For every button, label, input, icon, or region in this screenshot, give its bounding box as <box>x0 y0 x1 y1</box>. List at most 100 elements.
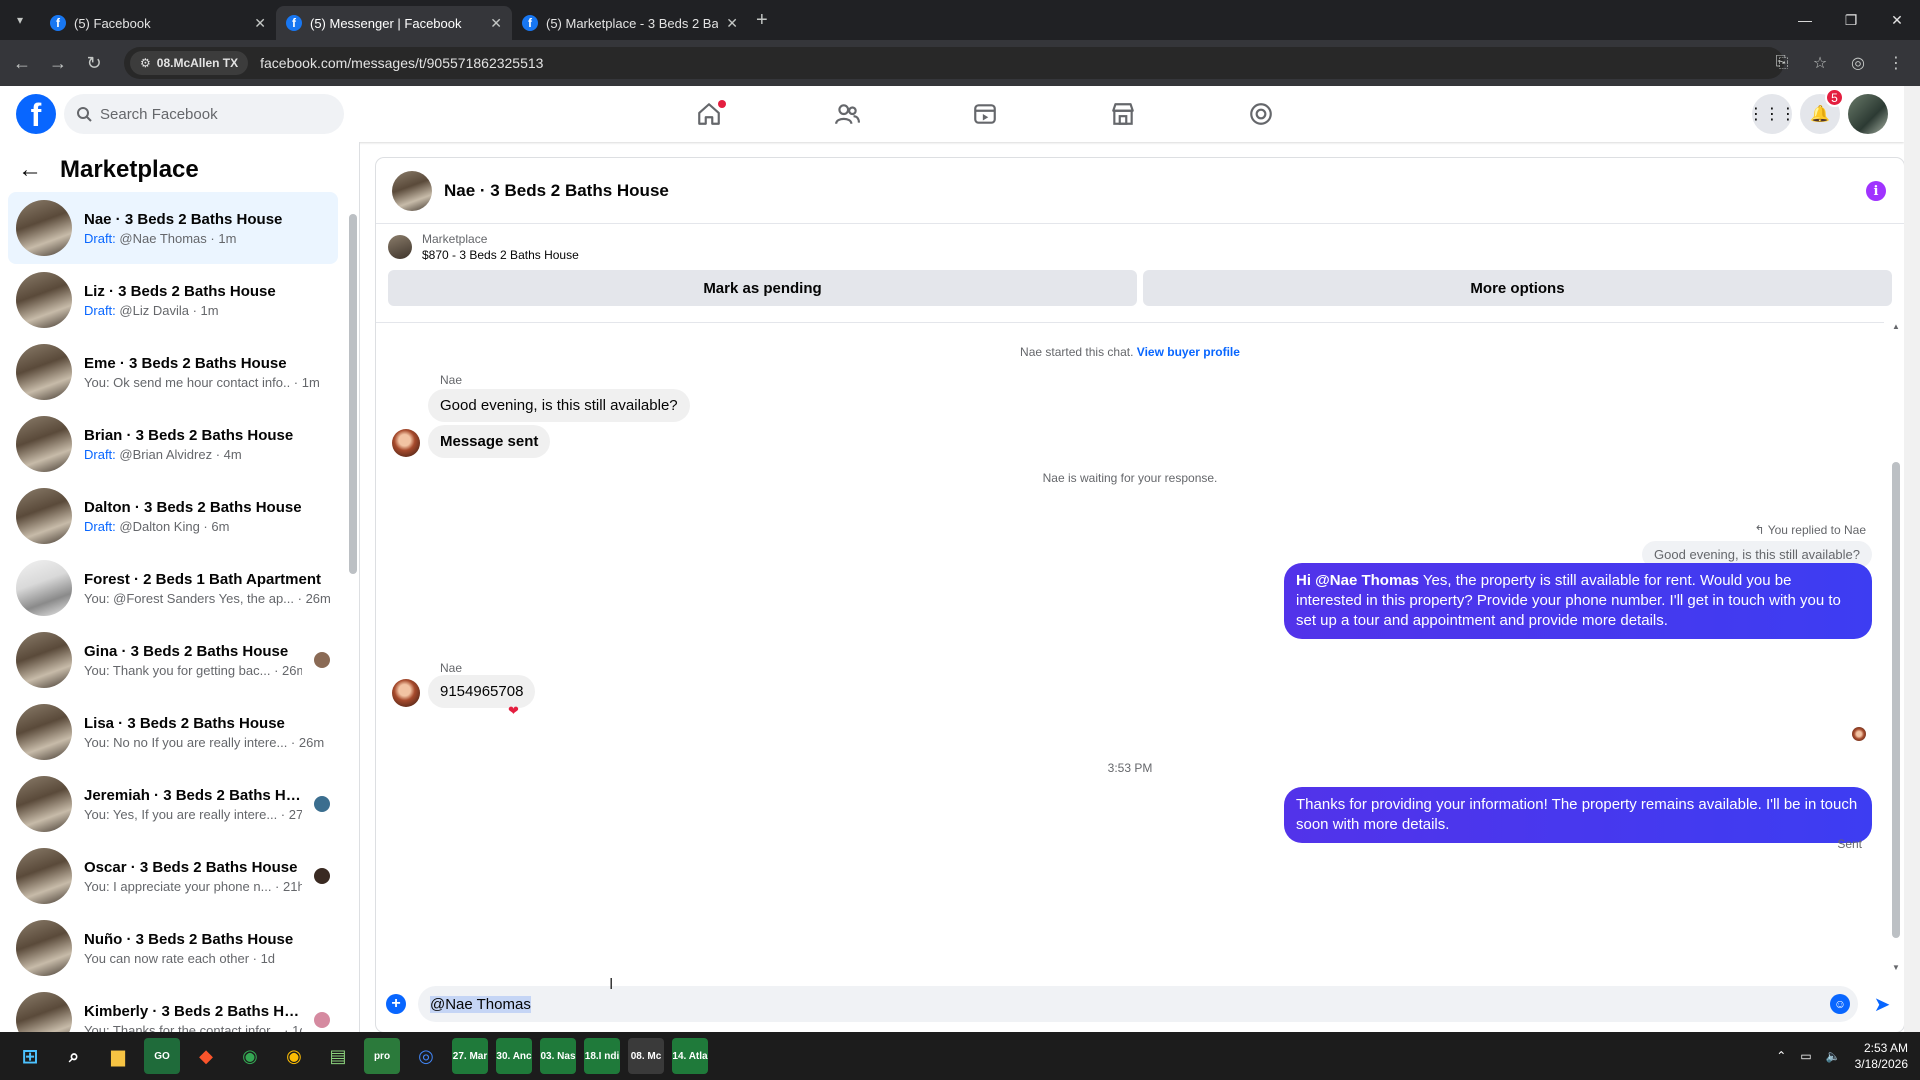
nav-friends[interactable] <box>778 86 916 142</box>
nav-video[interactable] <box>916 86 1054 142</box>
forward-icon[interactable]: → <box>40 45 76 81</box>
send-icon[interactable]: ➤ <box>1870 992 1894 1016</box>
message-input[interactable]: @Nae Thomas ☺ <box>418 986 1858 1022</box>
close-tab-icon[interactable]: ✕ <box>726 15 738 32</box>
sender-avatar[interactable] <box>392 429 420 457</box>
nav-gaming[interactable] <box>1192 86 1330 142</box>
conversation-item[interactable]: Nae · 3 Beds 2 Baths House Draft: @Nae Th… <box>8 192 338 264</box>
more-options-button[interactable]: More options <box>1143 270 1892 306</box>
conversation-name: Eme · 3 Beds 2 Baths House <box>84 354 287 372</box>
close-tab-icon[interactable]: ✕ <box>254 15 266 32</box>
facebook-header: f Search Facebook ⋮⋮⋮ 🔔 5 <box>0 86 1904 142</box>
conversation-item[interactable]: Jeremiah · 3 Beds 2 Baths Ho... You: Yes,… <box>8 768 338 840</box>
facebook-logo-icon[interactable]: f <box>16 94 56 134</box>
heart-reaction-icon[interactable]: ❤ <box>508 703 519 719</box>
app-icon[interactable]: GO <box>144 1038 180 1074</box>
account-avatar[interactable] <box>1848 94 1888 134</box>
install-app-icon[interactable]: ⎘ <box>1766 47 1798 79</box>
add-attachment-icon[interactable]: + <box>386 994 406 1014</box>
mark-as-pending-button[interactable]: Mark as pending <box>388 270 1137 306</box>
file-explorer-icon[interactable]: ▆ <box>100 1038 136 1074</box>
conversation-item[interactable]: Dalton · 3 Beds 2 Baths House Draft: @Dal… <box>8 480 338 552</box>
conversation-item[interactable]: Gina · 3 Beds 2 Baths House You: Thank yo… <box>8 624 338 696</box>
profile-icon[interactable]: ◎ <box>1842 47 1874 79</box>
nav-marketplace[interactable] <box>1054 86 1192 142</box>
tray-chevron-icon[interactable]: ⌃ <box>1776 1049 1786 1063</box>
scroll-up-icon[interactable]: ▲ <box>1892 322 1900 331</box>
taskbar-window[interactable]: 30. Anc <box>496 1038 532 1074</box>
conversation-item[interactable]: Kimberly · 3 Beds 2 Baths Hou... You: Tha… <box>8 984 338 1032</box>
reload-icon[interactable]: ↻ <box>76 45 112 81</box>
back-arrow-icon[interactable]: ← <box>18 156 42 184</box>
conversation-item[interactable]: Brian · 3 Beds 2 Baths House Draft: @Bria… <box>8 408 338 480</box>
minimize-icon[interactable]: — <box>1782 0 1828 40</box>
menu-grid-button[interactable]: ⋮⋮⋮ <box>1748 94 1796 134</box>
clock[interactable]: 2:53 AM 3/18/2026 <box>1855 1040 1908 1072</box>
search-field[interactable]: Search Facebook <box>64 94 344 134</box>
conversation-item[interactable]: Eme · 3 Beds 2 Baths House You: Ok send m… <box>8 336 338 408</box>
omnibox[interactable]: ⚙ 08.McAllen TX facebook.com/messages/t/9… <box>124 47 1784 79</box>
listing-thumbnail <box>16 632 72 688</box>
app-icon[interactable]: pro <box>364 1038 400 1074</box>
app-icon[interactable]: ◎ <box>408 1038 444 1074</box>
outgoing-message[interactable]: Hi @Nae Thomas Yes, the property is stil… <box>1284 563 1872 639</box>
outgoing-message[interactable]: Thanks for providing your information! T… <box>1284 787 1872 843</box>
scrollbar-thumb[interactable] <box>1892 462 1900 938</box>
sender-avatar[interactable] <box>392 679 420 707</box>
conversation-item[interactable]: Oscar · 3 Beds 2 Baths House You: I appre… <box>8 840 338 912</box>
chrome-icon[interactable]: ◉ <box>232 1038 268 1074</box>
volume-icon[interactable]: 🔈 <box>1826 1049 1841 1063</box>
bookmark-star-icon[interactable]: ☆ <box>1804 47 1836 79</box>
chrome-profile-icon[interactable]: ◉ <box>276 1038 312 1074</box>
brave-icon[interactable]: ◆ <box>188 1038 224 1074</box>
facebook-favicon-icon: f <box>50 15 66 31</box>
view-buyer-profile-link[interactable]: View buyer profile <box>1137 345 1240 359</box>
close-tab-icon[interactable]: ✕ <box>490 15 502 32</box>
marketplace-conversations-panel: ← Marketplace Nae · 3 Beds 2 Baths House… <box>0 142 360 1032</box>
network-icon[interactable]: ▭ <box>1800 1049 1811 1063</box>
conversation-preview: You: Thanks for the contact infor... · 1… <box>84 1023 302 1033</box>
taskbar-window[interactable]: 27. Mar <box>452 1038 488 1074</box>
conversation-scrollbar[interactable] <box>349 200 357 990</box>
page-scrollbar[interactable] <box>1904 86 1920 1032</box>
taskbar-window[interactable]: 03. Nas <box>540 1038 576 1074</box>
conversation-item[interactable]: Nuño · 3 Beds 2 Baths House You can now r… <box>8 912 338 984</box>
emoji-icon[interactable]: ☺ <box>1830 994 1850 1014</box>
conversation-item[interactable]: Liz · 3 Beds 2 Baths House Draft: @Liz Da… <box>8 264 338 336</box>
incoming-message[interactable]: Message sent <box>428 425 551 458</box>
delivery-status: Sent <box>1837 837 1862 851</box>
taskbar-window[interactable]: 08. Mc <box>628 1038 664 1074</box>
incoming-message[interactable]: Good evening, is this still available? <box>428 389 690 422</box>
incoming-message[interactable]: 9154965708 <box>428 675 536 708</box>
new-tab-icon[interactable]: + <box>756 9 768 32</box>
tab-title: (5) Messenger | Facebook <box>310 15 462 31</box>
close-window-icon[interactable]: ✕ <box>1874 0 1920 40</box>
thread-scrollbar[interactable]: ▲ ▼ <box>1892 322 1900 972</box>
browser-menu-icon[interactable]: ⋮ <box>1880 47 1912 79</box>
start-icon[interactable]: ⊞ <box>12 1038 48 1074</box>
scrollbar-thumb[interactable] <box>349 214 357 574</box>
notepad-icon[interactable]: ▤ <box>320 1038 356 1074</box>
scroll-down-icon[interactable]: ▼ <box>1892 963 1900 972</box>
browser-tab-messenger[interactable]: f (5) Messenger | Facebook ✕ <box>276 6 512 40</box>
search-icon[interactable]: ⌕ <box>56 1038 92 1074</box>
chat-title[interactable]: Nae · 3 Beds 2 Baths House <box>444 181 669 201</box>
taskbar-window[interactable]: 18.I ndi <box>584 1038 620 1074</box>
clock-date: 3/18/2026 <box>1854 1057 1908 1071</box>
tab-search-icon[interactable]: ▾ <box>0 0 40 40</box>
conversation-item[interactable]: Lisa · 3 Beds 2 Baths House You: No no If… <box>8 696 338 768</box>
info-icon[interactable]: i <box>1866 181 1886 201</box>
listing-summary[interactable]: Marketplace $870 - 3 Beds 2 Baths House <box>376 224 1904 270</box>
seen-avatar <box>314 868 330 884</box>
browser-tab-marketplace[interactable]: f (5) Marketplace - 3 Beds 2 Bath ✕ <box>512 6 748 40</box>
browser-tab-facebook[interactable]: f (5) Facebook ✕ <box>40 6 276 40</box>
notifications-button[interactable]: 🔔 5 <box>1800 88 1844 134</box>
taskbar-window[interactable]: 14. Atla <box>672 1038 708 1074</box>
chat-listing-thumbnail[interactable] <box>392 170 432 211</box>
nav-home[interactable] <box>640 86 778 142</box>
url-text[interactable]: facebook.com/messages/t/905571862325513 <box>260 55 543 71</box>
restore-icon[interactable]: ❐ <box>1828 0 1874 40</box>
back-icon[interactable]: ← <box>4 45 40 81</box>
conversation-item[interactable]: Forest · 2 Beds 1 Bath Apartment You: @Fo… <box>8 552 338 624</box>
site-info-chip[interactable]: ⚙ 08.McAllen TX <box>130 51 249 75</box>
